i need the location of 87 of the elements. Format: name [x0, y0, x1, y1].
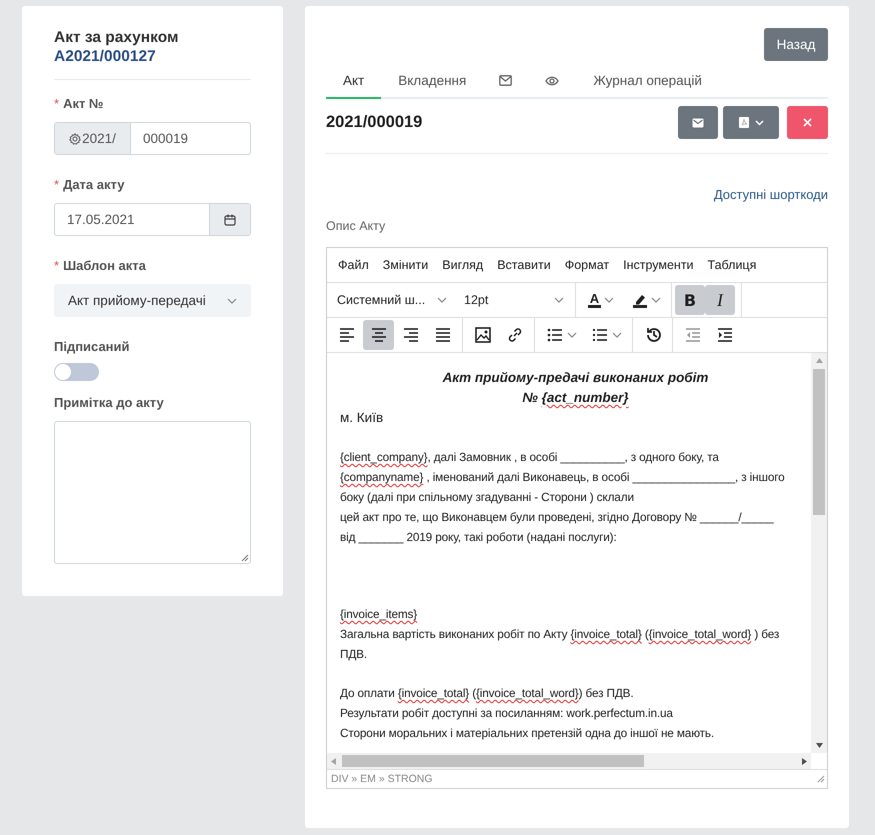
caret-icon [554, 297, 564, 303]
resize-grip-icon [241, 554, 249, 562]
tab[interactable]: Вкладення [381, 65, 484, 99]
caret-icon [566, 332, 576, 338]
close-icon [803, 118, 812, 127]
note-field[interactable] [54, 421, 251, 564]
toggle-switch[interactable] [54, 363, 99, 381]
horizontal-scrollbar[interactable] [327, 753, 811, 769]
marker-icon [632, 292, 648, 308]
document-line: цей акт про те, що Виконавцем були проведені, згідно Договору № ______/_____ [340, 510, 774, 524]
align-center-button[interactable] [363, 320, 394, 350]
font-family-select[interactable]: Системний ш... [329, 286, 455, 314]
document-heading: № {act_number} [522, 390, 629, 405]
document-line: {invoice_items} [340, 607, 418, 621]
indent-icon [716, 326, 734, 344]
document-line: {client_company}, далі Замовник , в особі __________, з одного боку, та [340, 450, 719, 464]
caret-icon [754, 120, 764, 126]
caret-icon [604, 297, 614, 303]
invoice-number[interactable]: A2021/000127 [54, 47, 251, 66]
menu-item[interactable]: Змінити [376, 258, 436, 272]
document-heading: Акт прийому-предачі виконаних робіт [442, 370, 708, 385]
delete-button[interactable] [787, 106, 828, 139]
document-line: Загальна вартість виконаних робіт по Акту {invoice_total} ({invoice_total_word} ) без [340, 627, 780, 641]
menu-item[interactable]: Формат [558, 258, 616, 272]
scroll-left-icon [331, 758, 336, 764]
sidebar-title: Акт за рахунком [54, 28, 180, 47]
scroll-right-icon [802, 758, 807, 764]
text-color-button[interactable]: A [579, 285, 623, 315]
back-button[interactable]: Назад [764, 28, 828, 61]
field-label: Примітка до акту [54, 395, 164, 410]
element-path: DIV » EM » STRONG [331, 773, 433, 785]
document-line: До оплати {invoice_total} ({invoice_total_word}) без ПДВ. [340, 686, 634, 700]
menu-item[interactable]: Файл [331, 258, 376, 272]
act-number: 2021/000019 [326, 113, 422, 132]
number-field[interactable]: 2021/ 000019 [54, 122, 251, 155]
align-center-icon [370, 326, 388, 344]
caret-icon [437, 297, 447, 303]
document-line: від _______ 2019 року, такі роботи (надані послуги): [340, 530, 617, 544]
scroll-down-icon [816, 743, 822, 748]
caret-icon [612, 332, 622, 338]
description-label: Опис Акту [326, 219, 386, 233]
field-label: Підписаний [54, 339, 130, 354]
chevron-down-icon [227, 298, 237, 304]
resize-grip-icon [817, 775, 825, 783]
menu-item[interactable]: Вставити [490, 258, 558, 272]
italic-button[interactable]: I [705, 285, 735, 315]
field-label: Шаблон акта [63, 258, 146, 273]
document-line: Результати робіт доступні за посиланням: work.perfectum.in.ua [340, 706, 673, 720]
scroll-up-icon [816, 358, 822, 363]
eye-icon [545, 76, 560, 86]
menu-item[interactable]: Таблиця [700, 258, 764, 272]
image-icon [474, 326, 492, 344]
mail-icon [692, 118, 704, 128]
font-size-select[interactable]: 12pt [456, 286, 572, 314]
calendar-icon [224, 214, 236, 226]
field-label: Акт № [63, 96, 104, 111]
justify-icon [434, 326, 452, 344]
number-prefix: 2021/ [82, 131, 116, 146]
align-left-icon [338, 326, 356, 344]
caret-icon [650, 297, 660, 303]
pdf-file-icon [738, 117, 748, 128]
tab[interactable]: Журнал операцій [576, 65, 719, 99]
document-line: ПДВ. [340, 647, 368, 661]
document-line: {companyname} , іменований далі Виконавець, в особі ________________, з іншого [340, 470, 785, 484]
menu-item[interactable]: Вигляд [435, 258, 490, 272]
numbered-list-icon [590, 326, 608, 344]
gear-icon [69, 132, 82, 144]
shortcodes-link[interactable]: Доступні шорткоди [714, 187, 828, 202]
email-button[interactable] [678, 106, 718, 139]
template-select[interactable]: Акт прийому-передачі [54, 284, 251, 317]
required-mark: * [54, 258, 60, 273]
date-field[interactable]: 17.05.2021 [54, 203, 251, 236]
pdf-dropdown-button[interactable] [723, 106, 779, 139]
required-mark: * [54, 96, 60, 111]
bullet-list-icon [546, 326, 564, 344]
document-line: м. Київ [340, 410, 384, 425]
tab[interactable]: Акт [326, 65, 382, 99]
outdent-icon [684, 326, 702, 344]
mail-icon [499, 75, 512, 86]
menu-item[interactable]: Інструменти [616, 258, 701, 272]
bold-button[interactable]: B [675, 285, 705, 315]
vertical-scrollbar[interactable] [811, 353, 827, 753]
field-label: Дата акту [63, 177, 124, 192]
align-right-icon [402, 326, 420, 344]
required-mark: * [54, 177, 60, 192]
document-line: боку (далі при спільному згадуванні - Сторони ) склали [340, 490, 634, 504]
document-line: Сторони моральних і матеріальних претензій одна до іншої не мають. [340, 726, 714, 740]
